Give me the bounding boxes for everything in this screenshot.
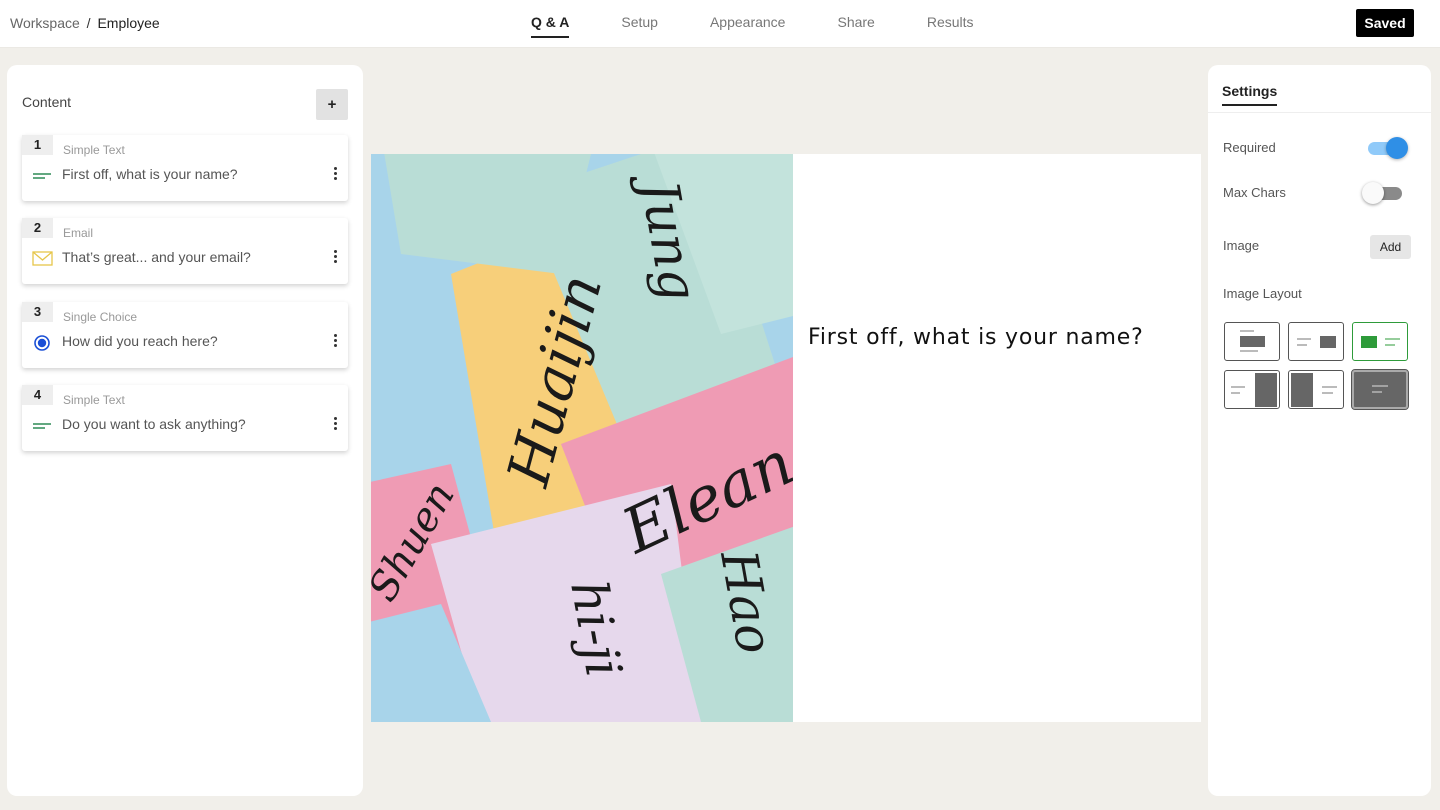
question-type: Email <box>63 226 94 240</box>
envelope-icon <box>32 250 53 266</box>
more-vertical-icon[interactable] <box>328 248 342 268</box>
more-vertical-icon[interactable] <box>328 415 342 435</box>
question-card-4[interactable]: 4 Simple Text Do you want to ask anythin… <box>22 385 348 451</box>
tab-results[interactable]: Results <box>927 14 974 38</box>
required-label: Required <box>1223 140 1276 155</box>
breadcrumb: Workspace / Employee <box>10 15 160 31</box>
image-label: Image <box>1223 238 1260 253</box>
breadcrumb-separator: / <box>86 15 91 31</box>
max-chars-toggle[interactable] <box>1362 182 1402 204</box>
layout-image-right-small-option[interactable] <box>1288 322 1344 361</box>
tab-qa[interactable]: Q & A <box>531 14 570 38</box>
name-tags-photo: Huaijin Shuen Elean Jung hi-ji Hao <box>371 154 793 722</box>
question-number: 4 <box>22 385 53 405</box>
question-text: How did you reach here? <box>62 333 218 349</box>
question-card-3[interactable]: 3 Single Choice How did you reach here? <box>22 302 348 368</box>
layout-image-top-option[interactable] <box>1224 322 1280 361</box>
divider <box>1208 112 1431 113</box>
settings-panel: Settings Required Max Chars Image Add Im… <box>1208 65 1431 796</box>
question-type: Single Choice <box>63 310 138 324</box>
preview-canvas: Huaijin Shuen Elean Jung hi-ji Hao First… <box>371 154 1201 722</box>
content-panel: Content + 1 Simple Text First off, what … <box>7 65 363 796</box>
preview-question: First off, what is your name? <box>808 325 1144 350</box>
tab-share[interactable]: Share <box>837 14 874 38</box>
question-text: First off, what is your name? <box>62 166 238 182</box>
add-question-button[interactable]: + <box>316 89 348 120</box>
question-number: 1 <box>22 135 53 155</box>
question-text: Do you want to ask anything? <box>62 416 246 432</box>
question-number: 2 <box>22 218 53 238</box>
layout-image-right-split-option[interactable] <box>1224 370 1280 409</box>
main-tabs: Q & A Setup Appearance Share Results <box>531 14 1026 38</box>
breadcrumb-workspace[interactable]: Workspace <box>10 15 80 31</box>
short-text-icon <box>32 417 52 433</box>
tab-setup[interactable]: Setup <box>621 14 658 38</box>
more-vertical-icon[interactable] <box>328 165 342 185</box>
add-image-button[interactable]: Add <box>1370 235 1411 259</box>
question-card-1[interactable]: 1 Simple Text First off, what is your na… <box>22 135 348 201</box>
content-title: Content <box>22 94 72 110</box>
tab-appearance[interactable]: Appearance <box>710 14 786 38</box>
breadcrumb-current: Employee <box>97 15 160 31</box>
question-number: 3 <box>22 302 53 322</box>
layout-image-left-small-option[interactable] <box>1352 322 1408 361</box>
image-layout-label: Image Layout <box>1223 286 1302 301</box>
saved-button[interactable]: Saved <box>1356 9 1414 37</box>
radio-icon <box>32 334 52 351</box>
tab-settings[interactable]: Settings <box>1222 83 1278 106</box>
required-toggle[interactable] <box>1364 137 1408 159</box>
more-vertical-icon[interactable] <box>328 332 342 352</box>
question-text: That’s great... and your email? <box>62 249 251 265</box>
top-bar: Workspace / Employee Q & A Setup Appeara… <box>0 0 1440 48</box>
short-text-icon <box>32 167 52 183</box>
max-chars-label: Max Chars <box>1223 185 1286 200</box>
layout-image-left-split-option[interactable] <box>1288 370 1344 409</box>
question-type: Simple Text <box>63 393 125 407</box>
question-card-2[interactable]: 2 Email That’s great... and your email? <box>22 218 348 284</box>
question-type: Simple Text <box>63 143 125 157</box>
layout-image-background-option[interactable] <box>1351 369 1409 410</box>
